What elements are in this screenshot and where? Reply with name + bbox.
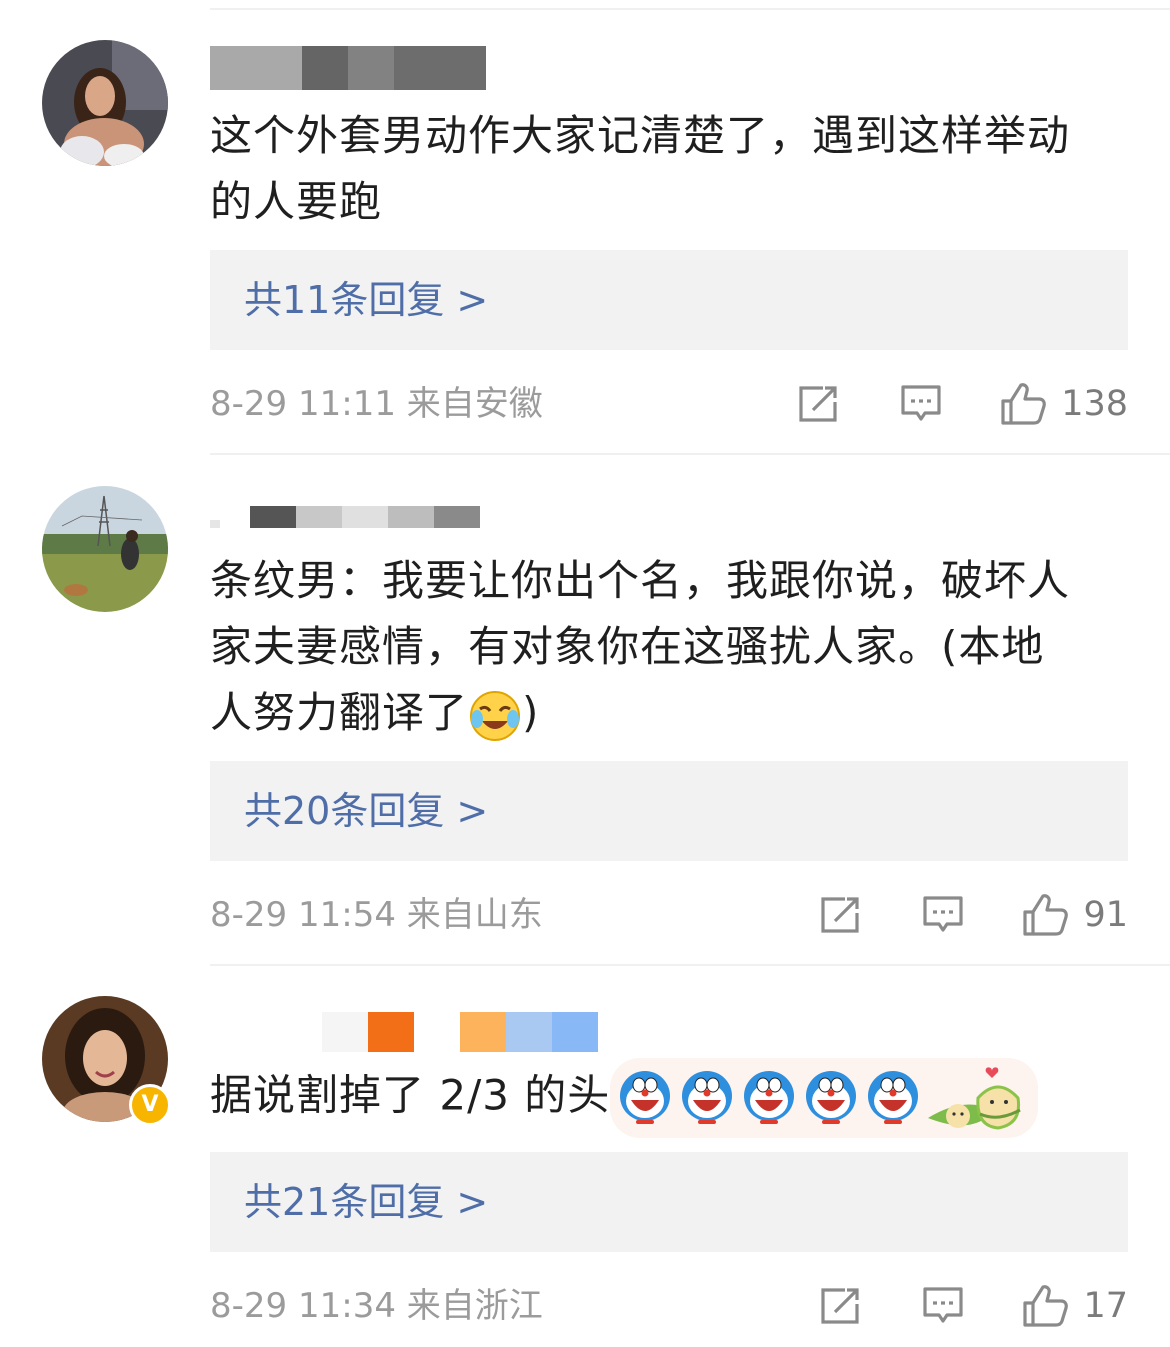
like-icon bbox=[1023, 1285, 1069, 1327]
top-divider bbox=[210, 8, 1170, 10]
doraemon-emoji-icon bbox=[620, 1071, 671, 1124]
time-text: 8-29 11:54 bbox=[210, 895, 396, 935]
comment-text-line: 的人要跑 bbox=[210, 177, 383, 226]
doraemon-emoji-icon bbox=[682, 1071, 733, 1124]
comment-timestamp: 8-29 11:11 来自安徽 bbox=[210, 378, 543, 430]
comment-icon bbox=[901, 385, 941, 421]
like-count: 91 bbox=[1083, 895, 1128, 935]
comment-timestamp: 8-29 11:54 来自山东 bbox=[210, 889, 543, 941]
comment-button[interactable] bbox=[899, 378, 943, 430]
username-blurred[interactable] bbox=[210, 1012, 598, 1052]
comment-text-tail: ) bbox=[522, 688, 540, 737]
reply-box[interactable]: 共21条回复 > bbox=[210, 1152, 1128, 1252]
comment-text-line-last: 人努力翻译了) bbox=[210, 680, 1140, 746]
avatar[interactable] bbox=[42, 40, 168, 166]
avatar[interactable] bbox=[42, 486, 168, 612]
like-button[interactable]: 91 bbox=[1021, 889, 1128, 941]
comment-button[interactable] bbox=[921, 889, 965, 941]
comment-icon bbox=[923, 1287, 964, 1323]
comment-divider bbox=[210, 453, 1170, 455]
comment-text-line: 家夫妻感情，有对象你在这骚扰人家。(本地 bbox=[210, 622, 1045, 671]
comment-button[interactable] bbox=[921, 1280, 965, 1332]
username-blurred[interactable] bbox=[210, 506, 480, 528]
comment-text: 这个外套男动作大家记清楚了，遇到这样举动 的人要跑 bbox=[210, 103, 1140, 235]
comment-timestamp: 8-29 11:34 来自浙江 bbox=[210, 1280, 543, 1332]
like-button[interactable]: 138 bbox=[999, 378, 1128, 430]
share-button[interactable] bbox=[819, 889, 863, 941]
comment-text-span: 据说割掉了 2/3 的头 bbox=[210, 1070, 611, 1120]
like-count: 138 bbox=[1061, 384, 1128, 424]
comment-meta: 8-29 11:34 来自浙江 17 bbox=[210, 1280, 1128, 1332]
comment-text: 条纹男：我要让你出个名，我跟你说，破坏人 家夫妻感情，有对象你在这骚扰人家。(本… bbox=[210, 548, 1140, 746]
comment-divider bbox=[210, 964, 1170, 966]
comment-text-line-with-emoji: 据说割掉了 2/3 的头 bbox=[210, 1058, 1140, 1138]
share-button[interactable] bbox=[819, 1280, 863, 1332]
comment-icon bbox=[923, 896, 964, 932]
comment-text-line: 条纹男：我要让你出个名，我跟你说，破坏人 bbox=[210, 556, 1071, 605]
doraemon-emoji-icon bbox=[806, 1071, 857, 1124]
time-text: 8-29 11:11 bbox=[210, 384, 396, 424]
share-icon bbox=[821, 1288, 860, 1324]
comment-meta: 8-29 11:54 来自山东 91 bbox=[210, 889, 1128, 941]
like-icon bbox=[1023, 894, 1069, 936]
action-icons: 91 bbox=[819, 889, 1128, 941]
laugh-cry-emoji-icon bbox=[470, 690, 521, 741]
comment-text-line: 这个外套男动作大家记清楚了，遇到这样举动 bbox=[210, 111, 1071, 160]
zongzi-sticker-icon bbox=[928, 1067, 1022, 1130]
reply-count-link[interactable]: 共20条回复 > bbox=[244, 785, 488, 837]
like-count: 17 bbox=[1083, 1286, 1128, 1326]
reply-box[interactable]: 共11条回复 > bbox=[210, 250, 1128, 350]
reply-count-link[interactable]: 共21条回复 > bbox=[244, 1176, 488, 1228]
like-button[interactable]: 17 bbox=[1021, 1280, 1128, 1332]
username-blurred[interactable] bbox=[210, 46, 486, 90]
source-text: 来自浙江 bbox=[406, 1286, 543, 1326]
share-icon bbox=[799, 386, 837, 422]
comment-text: 据说割掉了 2/3 的头 bbox=[210, 1058, 1140, 1138]
like-icon bbox=[1001, 383, 1047, 425]
share-icon bbox=[821, 897, 860, 933]
doraemon-emoji-icon bbox=[744, 1071, 795, 1124]
doraemon-emoji-icon bbox=[868, 1071, 919, 1124]
source-text: 来自安徽 bbox=[406, 384, 543, 424]
doraemon-emoji-strip bbox=[610, 1058, 1039, 1138]
comment-text-span: 人努力翻译了 bbox=[210, 688, 469, 737]
share-button[interactable] bbox=[797, 378, 841, 430]
reply-count-link[interactable]: 共11条回复 > bbox=[244, 274, 488, 326]
source-text: 来自山东 bbox=[406, 895, 543, 935]
reply-box[interactable]: 共20条回复 > bbox=[210, 761, 1128, 861]
comment-meta: 8-29 11:11 来自安徽 138 bbox=[210, 378, 1128, 430]
verified-badge-icon: V bbox=[129, 1084, 171, 1126]
action-icons: 138 bbox=[797, 378, 1128, 430]
action-icons: 17 bbox=[819, 1280, 1128, 1332]
time-text: 8-29 11:34 bbox=[210, 1286, 396, 1326]
